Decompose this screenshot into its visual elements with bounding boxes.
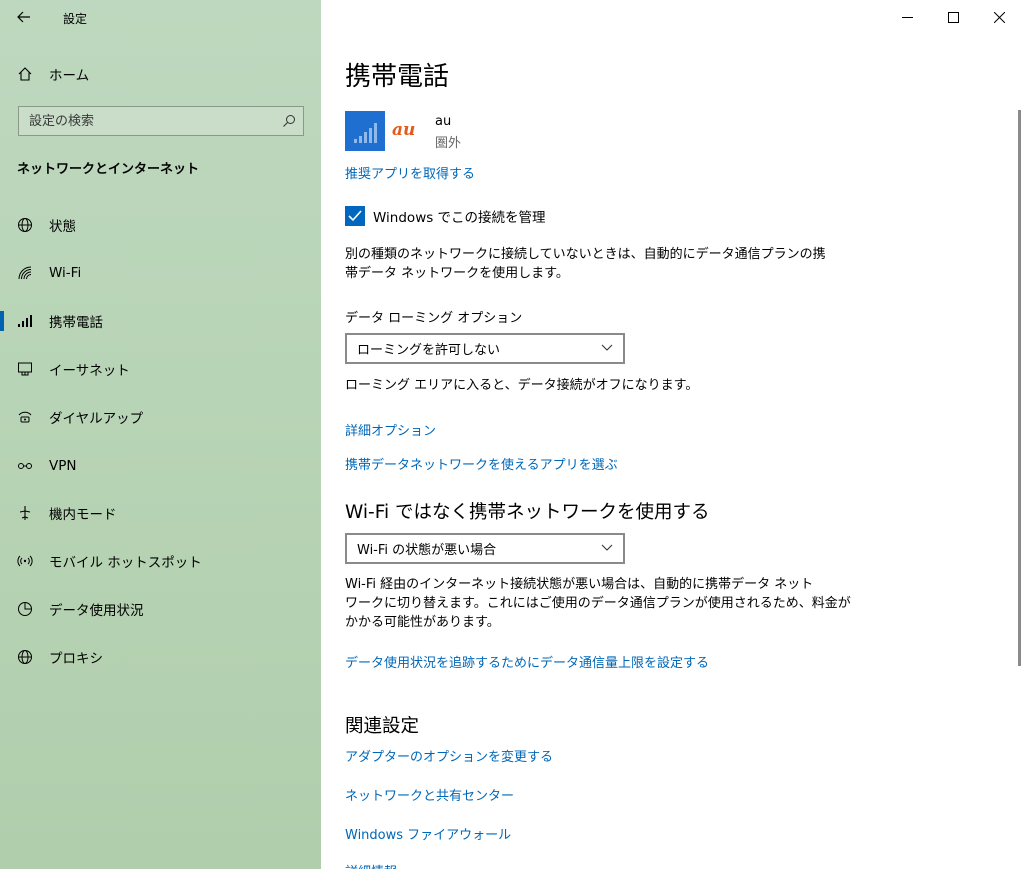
dialup-icon (16, 408, 34, 426)
ethernet-icon (16, 360, 34, 378)
page-title: 携帯電話 (345, 62, 450, 92)
sidebar-item-ethernet[interactable]: イーサネット (0, 349, 321, 389)
minimize-button[interactable] (884, 0, 930, 34)
sidebar-item-label: VPN (49, 458, 77, 474)
roaming-select-value: ローミングを許可しない (357, 343, 501, 358)
search-icon[interactable] (281, 113, 297, 129)
chevron-down-icon (601, 544, 613, 551)
manage-description-line2: 帯データ ネットワークを使用します。 (345, 266, 569, 281)
sidebar-item-label: ダイヤルアップ (49, 411, 144, 427)
recommended-apps-link[interactable]: 推奨アプリを取得する (345, 163, 475, 182)
cellular-icon (16, 312, 34, 330)
back-arrow-icon (17, 11, 30, 23)
choose-apps-link[interactable]: 携帯データネットワークを使えるアプリを選ぶ (345, 454, 618, 473)
vpn-icon (16, 457, 34, 475)
advanced-options-link[interactable]: 詳細オプション (345, 420, 436, 439)
sidebar-item-status[interactable]: 状態 (0, 205, 321, 245)
prefer-cellular-description-line1: Wi-Fi 経由のインターネット接続状態が悪い場合は、自動的に携帯データ ネット (345, 577, 814, 592)
data-limit-link[interactable]: データ使用状況を追跡するためにデータ通信量上限を設定する (345, 652, 709, 671)
sidebar-item-label: 携帯電話 (49, 315, 103, 331)
sidebar: 設定 ホーム ネットワークとインターネット 状態 Wi-Fi 携帯電話 (0, 0, 321, 869)
roaming-description: ローミング エリアに入ると、データ接続がオフになります。 (345, 378, 699, 393)
sharing-center-link[interactable]: ネットワークと共有センター (345, 785, 514, 804)
scrollbar[interactable] (1018, 110, 1021, 666)
sidebar-item-label: データ使用状況 (49, 603, 144, 619)
back-button[interactable] (10, 5, 38, 29)
globe-status-icon (16, 216, 34, 234)
manage-description-line1: 別の種類のネットワークに接続していないときは、自動的にデータ通信プランの携 (345, 247, 826, 262)
prefer-cellular-select[interactable]: Wi-Fi の状態が悪い場合 (345, 533, 625, 564)
sidebar-item-data-usage[interactable]: データ使用状況 (0, 589, 321, 629)
firewall-link[interactable]: Windows ファイアウォール (345, 824, 511, 843)
manage-connection-checkbox[interactable]: Windows でこの接続を管理 (345, 205, 546, 227)
search-box[interactable] (18, 106, 304, 136)
chevron-down-icon (601, 344, 613, 351)
close-button[interactable] (976, 0, 1022, 34)
sidebar-item-home[interactable]: ホーム (0, 54, 321, 94)
sidebar-item-label: モバイル ホットスポット (49, 555, 202, 571)
maximize-icon (947, 11, 959, 23)
section-heading: ネットワークとインターネット (17, 162, 200, 177)
more-info-link[interactable]: 詳細情報 (345, 861, 397, 869)
maximize-button[interactable] (930, 0, 976, 34)
adapter-options-link[interactable]: アダプターのオプションを変更する (345, 746, 553, 765)
wifi-icon (16, 264, 34, 282)
roaming-select[interactable]: ローミングを許可しない (345, 333, 625, 364)
minimize-icon (901, 16, 913, 18)
sidebar-item-label: ホーム (49, 68, 90, 84)
search-input[interactable] (19, 107, 269, 135)
close-icon (993, 11, 1005, 23)
home-icon (16, 65, 34, 83)
prefer-cellular-description-line2: ワークに切り替えます。これにはご使用のデータ通信プランが使用されるため、料金が (345, 596, 851, 611)
sidebar-item-vpn[interactable]: VPN (0, 446, 321, 486)
checkmark-icon[interactable] (345, 206, 365, 226)
sidebar-item-dialup[interactable]: ダイヤルアップ (0, 397, 321, 437)
sidebar-item-airplane[interactable]: 機内モード (0, 493, 321, 533)
airplane-icon (16, 504, 34, 522)
app-title: 設定 (63, 12, 88, 26)
carrier-name: au (435, 114, 452, 129)
sidebar-item-hotspot[interactable]: モバイル ホットスポット (0, 541, 321, 581)
checkbox-label: Windows でこの接続を管理 (373, 210, 546, 226)
hotspot-icon (16, 552, 34, 570)
sidebar-item-wifi[interactable]: Wi-Fi (0, 253, 321, 293)
roaming-label: データ ローミング オプション (345, 311, 523, 326)
prefer-cellular-description-line3: かかる可能性があります。 (345, 615, 500, 630)
related-settings-heading: 関連設定 (345, 716, 420, 737)
sidebar-item-label: プロキシ (49, 651, 103, 667)
sidebar-item-label: イーサネット (49, 363, 130, 379)
title-bar: 設定 (0, 0, 321, 34)
prefer-cellular-heading: Wi-Fi ではなく携帯ネットワークを使用する (345, 502, 710, 523)
sidebar-item-cellular[interactable]: 携帯電話 (0, 301, 321, 341)
main-content: 携帯電話 au au 圏外 推奨アプリを取得する Windows でこの接続を管… (321, 0, 1023, 869)
sidebar-item-label: 機内モード (49, 507, 117, 523)
carrier-logo: au (392, 120, 416, 140)
sidebar-item-label: 状態 (49, 219, 76, 235)
signal-strength-icon (345, 111, 385, 151)
carrier-status: 圏外 (435, 136, 462, 151)
sidebar-item-proxy[interactable]: プロキシ (0, 637, 321, 677)
globe-icon (16, 648, 34, 666)
sidebar-item-label: Wi-Fi (49, 265, 82, 281)
prefer-cellular-select-value: Wi-Fi の状態が悪い場合 (357, 543, 497, 558)
data-usage-icon (16, 600, 34, 618)
